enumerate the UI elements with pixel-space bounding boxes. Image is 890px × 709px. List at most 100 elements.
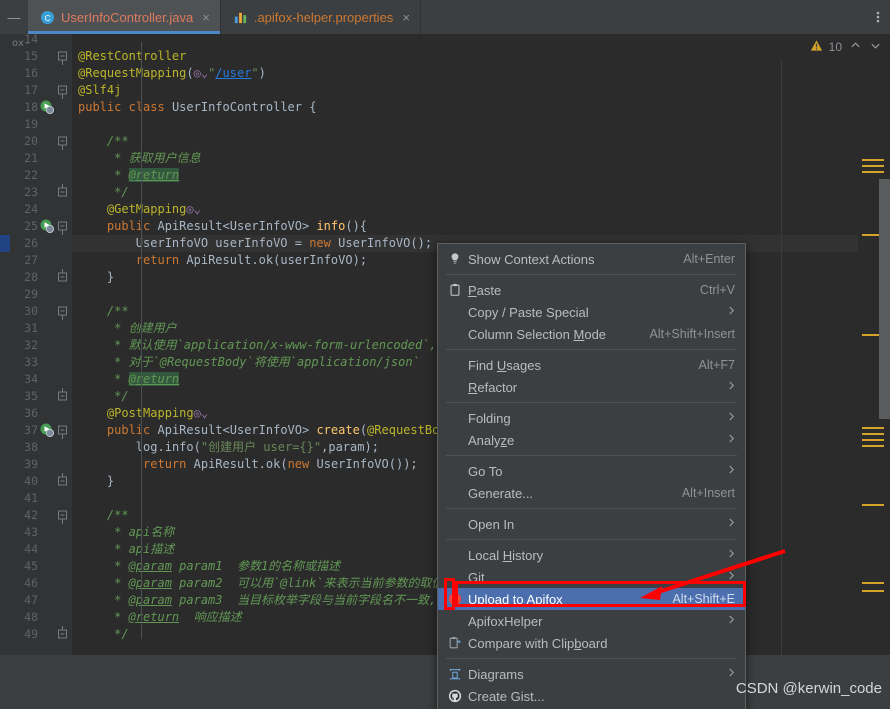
- line-number: 25: [24, 219, 38, 233]
- close-icon[interactable]: ×: [202, 10, 210, 25]
- code-fold-marker[interactable]: [57, 388, 68, 405]
- menu-item-column-selection-mode[interactable]: Column Selection Mode Alt+Shift+Insert: [438, 323, 745, 345]
- inspection-widget[interactable]: 10: [740, 34, 890, 60]
- code-line: public ApiResult<UserInfoVO> info(){: [106, 219, 368, 233]
- inspection-marker[interactable]: [862, 445, 884, 447]
- apifox-properties-icon: [233, 10, 248, 25]
- menu-item-label: Folding: [468, 410, 511, 426]
- chevron-up-icon[interactable]: [848, 40, 862, 54]
- line-number: 46: [24, 576, 38, 590]
- code-line: public class UserInfoController {: [78, 100, 317, 114]
- tab-apifox-helper-properties[interactable]: .apifox-helper.properties ×: [221, 0, 421, 34]
- editor-right-divider: [781, 34, 782, 655]
- chevron-down-icon[interactable]: [868, 40, 882, 54]
- menu-item-shortcut: Alt+Shift+Insert: [649, 327, 735, 341]
- code-fold-marker[interactable]: [57, 422, 68, 439]
- code-fold-marker[interactable]: [57, 82, 68, 99]
- line-number-gutter[interactable]: ox- 14 15 16 17 18 19 20 21 22 23 24 25 26 27 28 29 30 31…: [10, 32, 72, 655]
- close-icon[interactable]: ×: [402, 10, 410, 25]
- menu-item-label: Copy / Paste Special: [468, 304, 589, 320]
- menu-item-go-to[interactable]: Go To: [438, 460, 745, 482]
- vertical-dots-icon[interactable]: [866, 0, 890, 34]
- code-fold-marker[interactable]: [57, 184, 68, 201]
- code-fold-marker[interactable]: [57, 48, 68, 65]
- code-fold-marker[interactable]: [57, 269, 68, 286]
- lightbulb-icon: [446, 252, 464, 266]
- menu-item-apifoxhelper[interactable]: ApifoxHelper: [438, 610, 745, 632]
- menu-item-refactor[interactable]: Refactor: [438, 376, 745, 398]
- menu-item-compare-with-clipboard[interactable]: Compare with Clipboard: [438, 632, 745, 654]
- menu-item-shortcut: Alt+Shift+E: [672, 592, 735, 606]
- chevron-right-icon: [728, 305, 735, 319]
- inspection-marker[interactable]: [862, 159, 884, 161]
- menu-item-generate[interactable]: Generate... Alt+Insert: [438, 482, 745, 504]
- clipboard-paste-icon: [446, 283, 464, 297]
- code-fold-marker[interactable]: [57, 473, 68, 490]
- java-class-icon: C: [40, 10, 55, 25]
- code-fold-marker[interactable]: [57, 133, 68, 150]
- menu-item-label: Analyze: [468, 432, 515, 448]
- menu-item-label: Git: [468, 569, 485, 585]
- inspection-marker[interactable]: [862, 165, 884, 167]
- inspection-marker[interactable]: [862, 504, 884, 506]
- menu-item-folding[interactable]: Folding: [438, 407, 745, 429]
- menu-item-label: ApifoxHelper: [468, 613, 543, 629]
- inspection-marker[interactable]: [862, 439, 884, 441]
- menu-item-open-in[interactable]: Open In: [438, 513, 745, 535]
- run-gutter-icon[interactable]: [40, 100, 54, 114]
- chevron-right-icon: [728, 464, 735, 478]
- menu-item-analyze[interactable]: Analyze: [438, 429, 745, 451]
- menu-item-label: Upload to Apifox: [468, 591, 563, 607]
- code-line: /**: [106, 134, 129, 148]
- tab-userinfocontroller-java[interactable]: C UserInfoController.java ×: [28, 0, 221, 34]
- menu-item-diagrams[interactable]: Diagrams: [438, 663, 745, 685]
- marker-scrollbar[interactable]: [858, 34, 890, 655]
- inspection-marker[interactable]: [862, 582, 884, 584]
- code-fold-marker[interactable]: [57, 303, 68, 320]
- menu-item-label: Generate...: [468, 485, 534, 501]
- menu-item-shortcut: Alt+F7: [698, 358, 735, 372]
- line-number: 27: [24, 253, 38, 267]
- line-number: 21: [24, 151, 38, 165]
- code-fold-marker[interactable]: [57, 218, 68, 235]
- menu-item-label: Refactor: [468, 379, 518, 395]
- menu-item-label: Local History: [468, 547, 544, 563]
- vertical-scrollbar-thumb[interactable]: [879, 179, 890, 419]
- menu-item-copy-paste-special[interactable]: Copy / Paste Special: [438, 301, 745, 323]
- chevron-right-icon: [728, 411, 735, 425]
- menu-item-paste[interactable]: Paste Ctrl+V: [438, 279, 745, 301]
- line-number: 49: [24, 627, 38, 641]
- menu-item-label: Find Usages: [468, 357, 541, 373]
- run-gutter-icon[interactable]: [40, 423, 54, 437]
- line-number: 41: [24, 491, 38, 505]
- menu-item-show-context-actions[interactable]: Show Context Actions Alt+Enter: [438, 248, 745, 270]
- chevron-right-icon: [728, 517, 735, 531]
- menu-item-local-history[interactable]: Local History: [438, 544, 745, 566]
- menu-item-find-usages[interactable]: Find Usages Alt+F7: [438, 354, 745, 376]
- inspection-marker[interactable]: [862, 433, 884, 435]
- inspection-marker[interactable]: [862, 590, 884, 592]
- menu-item-label: Open In: [468, 516, 515, 532]
- menu-item-git[interactable]: Git: [438, 566, 745, 588]
- line-number: 23: [24, 185, 38, 199]
- inspection-marker[interactable]: [862, 427, 884, 429]
- apifox-icon: [446, 592, 464, 606]
- code-line: @GetMapping◎⌄: [106, 202, 201, 216]
- chevron-right-icon: [728, 548, 735, 562]
- code-fold-marker[interactable]: [57, 507, 68, 524]
- watermark-label: CSDN @kerwin_code: [735, 680, 882, 697]
- menu-item-shortcut: Alt+Insert: [681, 486, 735, 500]
- line-number: 45: [24, 559, 38, 573]
- line-number: 35: [24, 389, 38, 403]
- github-icon: [446, 689, 464, 703]
- run-gutter-icon[interactable]: [40, 219, 54, 233]
- menu-item-label: Column Selection Mode: [468, 326, 607, 342]
- code-fold-marker[interactable]: [57, 626, 68, 643]
- editor-context-menu[interactable]: Show Context Actions Alt+Enter Paste Ctrl+V…: [437, 243, 746, 709]
- editor-left-strip: [0, 34, 10, 655]
- menu-item-label: Create Gist...: [468, 688, 545, 704]
- menu-item-upload-to-apifox[interactable]: Upload to Apifox Alt+Shift+E: [438, 588, 745, 610]
- chevron-right-icon: [728, 614, 735, 628]
- inspection-marker[interactable]: [862, 171, 884, 173]
- menu-item-create-gist[interactable]: Create Gist...: [438, 685, 745, 707]
